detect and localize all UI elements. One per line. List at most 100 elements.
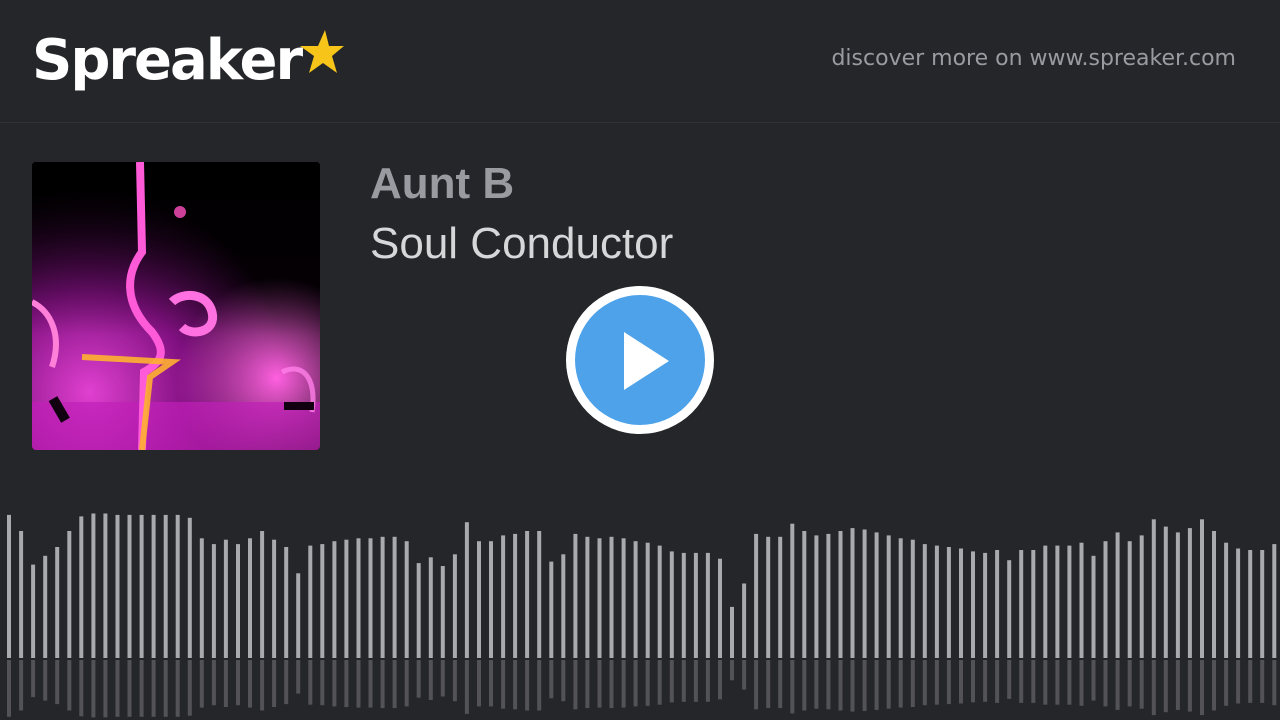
waveform-bar	[742, 583, 747, 658]
waveform-bar-reflection	[1127, 660, 1132, 707]
waveform-bar	[332, 541, 337, 658]
waveform-bar-reflection	[1139, 660, 1144, 709]
waveform-bar-reflection	[501, 660, 506, 709]
waveform-bar-reflection	[838, 660, 843, 711]
waveform-bar	[681, 552, 686, 658]
waveform-bar-reflection	[705, 660, 710, 702]
waveform-bar-reflection	[260, 660, 265, 711]
waveform-bar	[609, 536, 614, 658]
waveform-bar	[669, 551, 674, 658]
waveform-bar	[597, 538, 602, 658]
discover-more-link[interactable]: discover more on www.spreaker.com	[831, 46, 1236, 71]
waveform-bar	[585, 536, 590, 658]
waveform-bar-reflection	[489, 660, 493, 707]
waveform-bar	[1248, 550, 1253, 658]
waveform-bar	[1043, 545, 1048, 658]
waveform-bar	[31, 564, 36, 658]
waveform-bar-reflection	[1175, 660, 1180, 710]
waveform-bar-reflection	[1187, 660, 1192, 712]
waveform-bar	[272, 539, 277, 658]
waveform-bar	[223, 539, 228, 658]
header: Spreaker discover more on www.spreaker.c…	[0, 0, 1280, 123]
waveform-bar	[1163, 526, 1168, 658]
waveform-bar	[115, 514, 120, 658]
waveform-bar-reflection	[513, 660, 518, 710]
waveform-bar	[1212, 531, 1216, 658]
waveform-bar	[1187, 528, 1192, 658]
waveform-bar-reflection	[1115, 660, 1120, 710]
waveform-bar	[392, 536, 397, 658]
waveform-bar	[862, 529, 867, 658]
waveform-bar-reflection	[971, 660, 975, 703]
waveform-bar-reflection	[7, 660, 11, 717]
waveform-bar-reflection	[139, 660, 144, 717]
episode-title[interactable]: Soul Conductor	[370, 218, 673, 270]
waveform-bar-reflection	[1079, 660, 1084, 706]
waveform-bar	[211, 544, 216, 658]
waveform-bar	[175, 514, 180, 658]
waveform-bar	[886, 535, 891, 658]
waveform-bar	[790, 523, 795, 658]
waveform-bar-reflection	[597, 660, 602, 708]
waveform-bar-reflection	[730, 660, 734, 681]
logo-text: Spreaker	[32, 28, 303, 93]
waveform-bar	[1127, 541, 1132, 658]
waveform[interactable]	[0, 500, 1280, 720]
waveform-bar	[1115, 532, 1120, 658]
waveform-bar	[440, 566, 445, 658]
waveform-bar	[404, 541, 409, 658]
waveform-bar-reflection	[464, 660, 469, 714]
waveform-bar-reflection	[778, 660, 783, 709]
waveform-bar-reflection	[320, 660, 325, 706]
episode-cover-art	[32, 162, 320, 450]
waveform-bar-reflection	[1031, 660, 1036, 703]
waveform-bar	[959, 548, 963, 658]
waveform-bar	[573, 533, 578, 658]
waveform-bar	[1260, 550, 1265, 658]
waveform-bar	[621, 538, 626, 658]
episode-author[interactable]: Aunt B	[370, 158, 514, 210]
waveform-bar-reflection	[1067, 660, 1072, 705]
waveform-bar-reflection	[573, 660, 578, 710]
waveform-bar	[1079, 542, 1084, 658]
waveform-bar-reflection	[55, 660, 60, 705]
waveform-bar-reflection	[284, 660, 289, 705]
waveform-bar	[163, 514, 168, 658]
waveform-bar-reflection	[1248, 660, 1253, 703]
waveform-bar-reflection	[585, 660, 590, 709]
waveform-bar	[19, 531, 24, 658]
waveform-bar	[1103, 541, 1108, 658]
waveform-bar-reflection	[633, 660, 638, 707]
waveform-bar	[284, 547, 289, 658]
waveform-bar-reflection	[199, 660, 204, 708]
waveform-bar	[826, 533, 831, 658]
spreaker-player: Spreaker discover more on www.spreaker.c…	[0, 0, 1280, 720]
waveform-bar	[55, 547, 60, 658]
waveform-bar	[501, 535, 506, 658]
waveform-bar	[477, 541, 481, 658]
waveform-bar	[416, 563, 421, 658]
waveform-bar-reflection	[1272, 660, 1277, 706]
waveform-bar	[1200, 519, 1204, 658]
waveform-bar	[428, 557, 433, 658]
waveform-bar-reflection	[332, 660, 337, 707]
waveform-bar	[971, 551, 975, 658]
waveform-bar-reflection	[621, 660, 626, 708]
waveform-bar-reflection	[115, 660, 120, 717]
waveform-bar-reflection	[922, 660, 927, 706]
waveform-bar	[67, 531, 72, 658]
waveform-bar-reflection	[175, 660, 180, 717]
waveform-bar	[1151, 519, 1156, 658]
waveform-bar-reflection	[1260, 660, 1265, 703]
waveform-bar	[778, 536, 783, 658]
waveform-bar	[151, 514, 156, 658]
waveform-bar	[320, 544, 325, 658]
waveform-bar-reflection	[874, 660, 879, 710]
waveform-bar-reflection	[1043, 660, 1048, 705]
play-button[interactable]	[566, 286, 714, 434]
spreaker-logo[interactable]: Spreaker	[32, 26, 345, 96]
waveform-bar	[139, 514, 144, 658]
waveform-bar-reflection	[127, 660, 132, 717]
waveform-bar-reflection	[790, 660, 795, 714]
waveform-bar-reflection	[959, 660, 963, 704]
